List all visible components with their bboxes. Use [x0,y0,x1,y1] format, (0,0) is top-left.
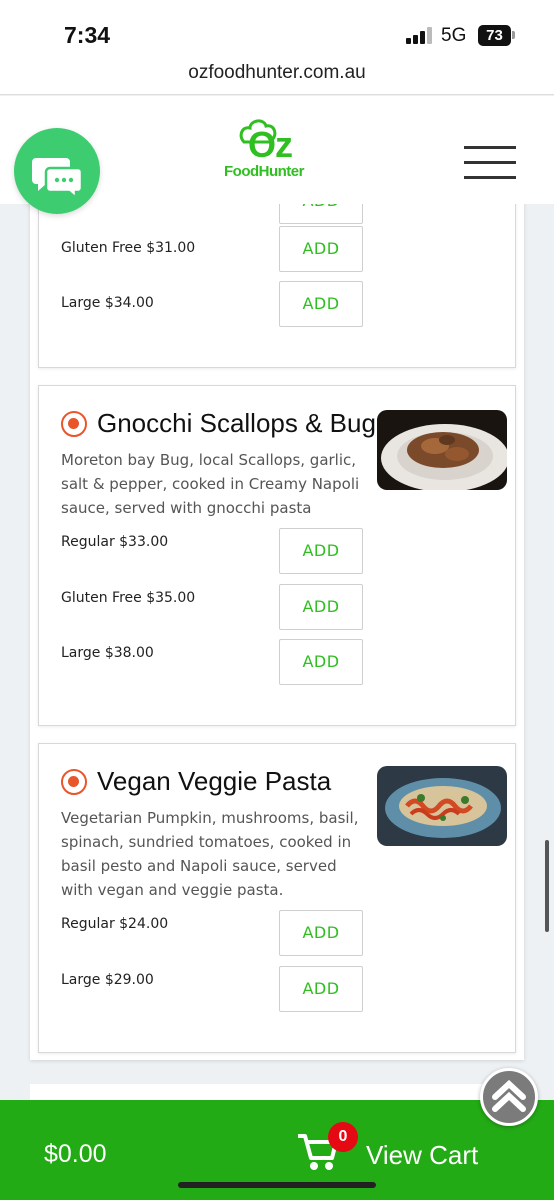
price-option: Large $34.00 [61,295,154,311]
item-header[interactable]: Vegan Veggie Pasta [61,766,331,797]
signal-icon [406,27,434,44]
price-option: Regular $33.00 [61,534,169,550]
battery-nub [512,31,515,39]
radio-selected-icon[interactable] [61,768,87,795]
add-button[interactable]: ADD [279,281,363,327]
item-header[interactable]: Gnocchi Scallops & Bug [61,408,376,439]
add-button[interactable]: ADD [279,226,363,272]
menu-item-card: ADD Gluten Free $31.00 ADD Large $34.00 … [38,204,516,368]
item-description: Moreton bay Bug, local Scallops, garlic,… [61,451,360,517]
radio-selected-icon[interactable] [61,410,87,437]
status-time: 7:34 [64,22,111,48]
cart-count-badge: 0 [328,1122,358,1152]
menu-item-card: Gnocchi Scallops & Bug Moreton bay Bug, … [38,385,516,726]
item-title: Vegan Veggie Pasta [97,766,332,796]
add-button[interactable]: ADD [279,204,363,224]
price-option: Gluten Free $31.00 [61,240,196,256]
logo-sub-text: FoodHunter [224,163,304,180]
gnocchi-dish-image [381,424,507,490]
cart-total: $0.00 [44,1140,107,1168]
add-button[interactable]: ADD [279,584,363,630]
add-button[interactable]: ADD [279,910,363,956]
network-label: 5G [441,25,467,46]
price-option: Large $38.00 [61,645,154,661]
item-image [377,766,507,846]
site-logo[interactable]: Oz FoodHunter [222,118,322,188]
status-bar: 7:34 5G 73 [0,0,554,56]
chevron-up-icon [492,1079,526,1112]
scrollbar[interactable] [545,840,549,932]
add-button[interactable]: ADD [279,966,363,1012]
item-image [377,410,507,490]
chat-bubbles-icon [32,158,84,201]
battery-icon: 73 [478,25,511,46]
hamburger-menu-icon[interactable] [464,146,516,180]
price-option: Large $29.00 [61,972,154,988]
menu-item-card: Vegan Veggie Pasta Vegetarian Pumpkin, m… [38,743,516,1053]
pasta-dish-image [385,778,501,838]
view-cart-button[interactable]: View Cart [366,1140,478,1171]
price-option: Gluten Free $35.00 [61,590,196,606]
item-description: Vegetarian Pumpkin, mushrooms, basil, sp… [61,809,359,899]
add-button[interactable]: ADD [279,639,363,685]
url-bar[interactable]: ozfoodhunter.com.au [0,56,554,95]
next-panel [30,1084,524,1100]
add-button[interactable]: ADD [279,528,363,574]
chat-button[interactable] [14,128,100,214]
home-indicator [178,1182,376,1188]
scroll-to-top-button[interactable] [480,1068,538,1126]
price-option: Regular $24.00 [61,916,169,932]
logo-main-text: Oz [248,124,293,165]
menu-content: ADD Gluten Free $31.00 ADD Large $34.00 … [0,204,554,1100]
item-title: Gnocchi Scallops & Bug [97,408,376,438]
